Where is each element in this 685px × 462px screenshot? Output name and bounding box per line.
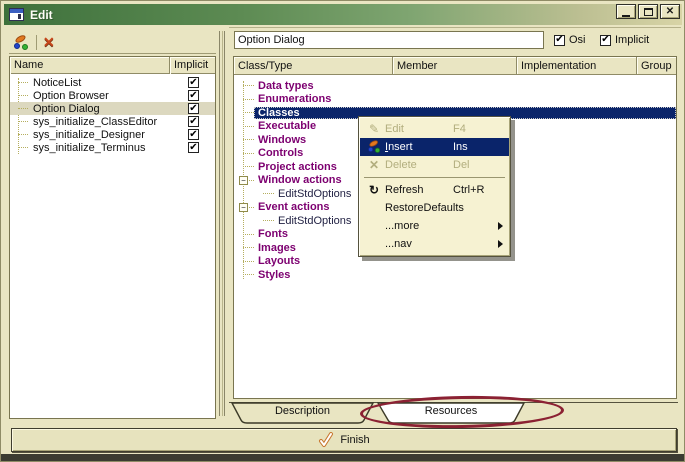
menu-item-delete[interactable]: ✕ Delete Del <box>360 156 509 174</box>
left-toolbar: ✕ <box>9 31 216 54</box>
implicit-checkbox-right[interactable]: ✔ <box>600 35 611 46</box>
implicit-checkbox[interactable]: ✔ <box>188 90 199 101</box>
minimize-icon <box>622 15 630 17</box>
edit-icon: ✎ <box>363 123 385 135</box>
menu-item-nav[interactable]: ...nav <box>360 235 509 253</box>
insert-item-button[interactable] <box>13 34 30 51</box>
maximize-button[interactable] <box>638 4 658 19</box>
tree-item-enumerations[interactable]: Enumerations <box>234 93 676 107</box>
right-panel-top: ✔ Osi ✔ Implicit <box>229 27 681 53</box>
option-list: Name Implicit NoticeList✔ Option Browser… <box>9 56 216 419</box>
implicit-checkbox[interactable]: ✔ <box>188 142 199 153</box>
finish-check-icon <box>318 432 334 448</box>
refresh-icon: ↻ <box>363 184 385 196</box>
menu-item-insert[interactable]: Insert Ins <box>360 138 509 156</box>
window-title: Edit <box>30 8 53 22</box>
osi-checkbox-label: Osi <box>569 34 586 46</box>
tree-item-data-types[interactable]: Data types <box>234 79 676 93</box>
collapse-expander-icon[interactable]: − <box>239 176 248 185</box>
list-item-sys-initialize-classeditor[interactable]: sys_initialize_ClassEditor✔ <box>10 115 215 128</box>
option-list-header: Name Implicit <box>10 57 215 74</box>
close-button[interactable]: ✕ <box>660 4 680 19</box>
implicit-checkbox[interactable]: ✔ <box>188 129 199 140</box>
implicit-checkbox[interactable]: ✔ <box>188 103 199 114</box>
tab-resources[interactable]: Resources <box>377 402 525 424</box>
menu-item-more[interactable]: ...more <box>360 217 509 235</box>
list-item-sys-initialize-designer[interactable]: sys_initialize_Designer✔ <box>10 128 215 141</box>
edit-dialog-window: Edit ✕ ✕ Name Implicit NoticeList✔ Optio… <box>0 0 685 462</box>
list-item-option-browser[interactable]: Option Browser✔ <box>10 89 215 102</box>
tree-item-styles[interactable]: Styles <box>234 268 676 282</box>
window-bottom-frame <box>1 454 685 461</box>
column-header-class-type[interactable]: Class/Type <box>234 57 393 74</box>
toolbar-separator <box>36 35 37 50</box>
title-bar[interactable]: Edit <box>4 4 682 25</box>
list-item-sys-initialize-terminus[interactable]: sys_initialize_Terminus✔ <box>10 141 215 154</box>
menu-item-edit[interactable]: ✎ Edit F4 <box>360 120 509 138</box>
implicit-checkbox[interactable]: ✔ <box>188 77 199 88</box>
column-header-name[interactable]: Name <box>10 57 170 74</box>
finish-button[interactable]: Finish <box>11 428 677 452</box>
list-item-noticelist[interactable]: NoticeList✔ <box>10 76 215 89</box>
osi-checkbox[interactable]: ✔ <box>554 35 565 46</box>
tab-description[interactable]: Description <box>231 402 374 424</box>
resource-tree-header: Class/Type Member Implementation Group <box>234 57 676 75</box>
menu-item-restoredefaults[interactable]: RestoreDefaults <box>360 199 509 217</box>
column-header-implicit[interactable]: Implicit <box>170 57 215 74</box>
maximize-icon <box>644 8 653 16</box>
delete-item-button[interactable]: ✕ <box>43 35 55 49</box>
minimize-button[interactable] <box>616 4 636 19</box>
list-item-option-dialog[interactable]: Option Dialog✔ <box>10 102 215 115</box>
panel-splitter[interactable] <box>219 31 225 416</box>
column-header-member[interactable]: Member <box>393 57 517 74</box>
tab-resources-label: Resources <box>377 402 525 417</box>
submenu-arrow-icon <box>498 240 503 248</box>
menu-separator <box>364 177 505 178</box>
column-header-group[interactable]: Group <box>637 57 676 74</box>
close-icon: ✕ <box>666 7 674 17</box>
finish-button-label: Finish <box>340 434 369 446</box>
tab-description-label: Description <box>231 402 374 417</box>
insert-icon <box>363 138 385 157</box>
context-menu: ✎ Edit F4 Insert Ins ✕ Delete Del ↻ Refr… <box>358 116 511 257</box>
column-header-implementation[interactable]: Implementation <box>517 57 637 74</box>
implicit-checkbox[interactable]: ✔ <box>188 116 199 127</box>
tab-bar: Description Resources <box>229 402 678 425</box>
window-icon <box>9 8 24 21</box>
delete-icon: ✕ <box>363 159 385 171</box>
menu-item-refresh[interactable]: ↻ Refresh Ctrl+R <box>360 181 509 199</box>
implicit-checkbox-label: Implicit <box>615 34 649 46</box>
collapse-expander-icon[interactable]: − <box>239 203 248 212</box>
name-input[interactable] <box>234 31 544 49</box>
submenu-arrow-icon <box>498 222 503 230</box>
